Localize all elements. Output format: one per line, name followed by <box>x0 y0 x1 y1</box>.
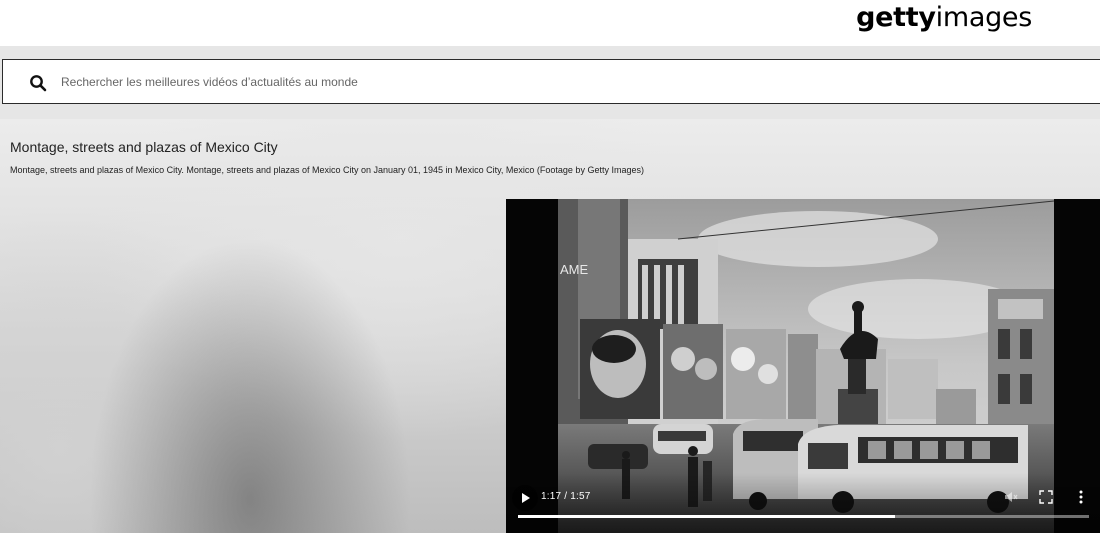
clip-detail: Montage, streets and plazas of Mexico Ci… <box>0 119 1100 533</box>
playback-time: 1:17 / 1:57 <box>541 491 591 502</box>
video-player[interactable]: AME 1:17 / 1:57 <box>506 199 1100 533</box>
more-options-icon[interactable] <box>1078 489 1084 505</box>
fullscreen-icon[interactable] <box>1039 490 1053 504</box>
clip-caption: Montage, streets and plazas of Mexico Ci… <box>10 165 644 175</box>
progress-fill <box>518 515 895 518</box>
volume-muted-icon[interactable] <box>1004 490 1018 504</box>
progress-bar[interactable] <box>518 515 1089 518</box>
search-bar[interactable] <box>2 59 1100 104</box>
svg-text:AME: AME <box>560 262 589 277</box>
search-band <box>0 46 1100 119</box>
getty-images-logo[interactable]: gettyimages <box>856 2 1032 34</box>
search-input[interactable] <box>61 68 961 96</box>
logo-bold-text: getty <box>856 2 936 33</box>
clip-title: Montage, streets and plazas of Mexico Ci… <box>10 139 278 155</box>
play-button[interactable] <box>512 485 538 511</box>
logo-light-text: images <box>935 2 1033 33</box>
search-icon[interactable] <box>29 74 47 92</box>
site-header: gettyimages <box>0 0 1100 46</box>
